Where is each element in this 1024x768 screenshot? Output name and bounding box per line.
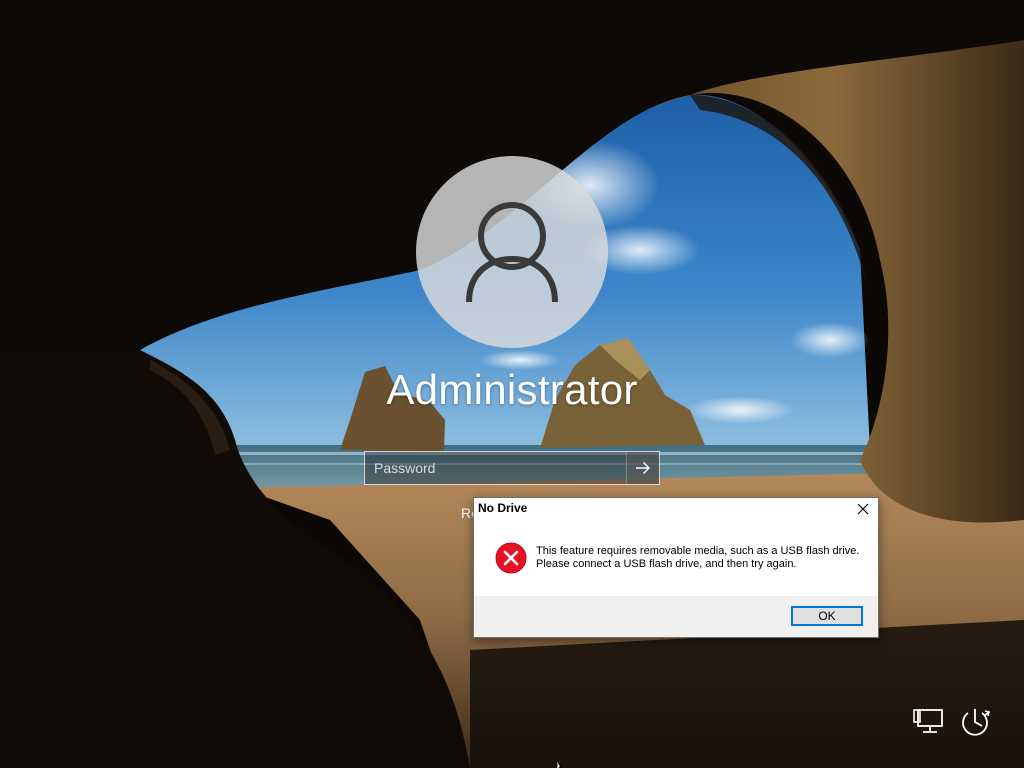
username-label: Administrator [386,366,638,413]
dialog-title: No Drive [478,501,528,515]
lock-screen: Administrator Re No Drive This feature r… [0,0,1024,768]
arrow-right-icon [636,462,650,474]
dialog-message-line-2: Please connect a USB flash drive, and th… [536,558,797,570]
no-drive-dialog: No Drive This feature requires removable… [473,497,879,638]
user-silhouette-icon [466,202,558,303]
network-icon[interactable] [911,707,945,737]
submit-password-button[interactable] [626,452,659,484]
error-icon [495,542,527,574]
password-input[interactable] [365,452,627,484]
user-avatar [416,156,608,348]
dialog-close-button[interactable] [852,499,874,519]
mouse-cursor-icon [556,760,562,768]
dialog-message: This feature requires removable media, s… [536,545,866,571]
close-icon [857,503,869,515]
power-icon[interactable] [958,705,992,736]
ok-button[interactable]: OK [791,606,863,626]
dialog-footer: OK [474,596,878,637]
ease-of-access-icon [962,709,990,736]
dialog-message-line-1: This feature requires removable media, s… [536,545,860,557]
network-monitor-icon [913,709,943,733]
password-box [364,451,660,485]
